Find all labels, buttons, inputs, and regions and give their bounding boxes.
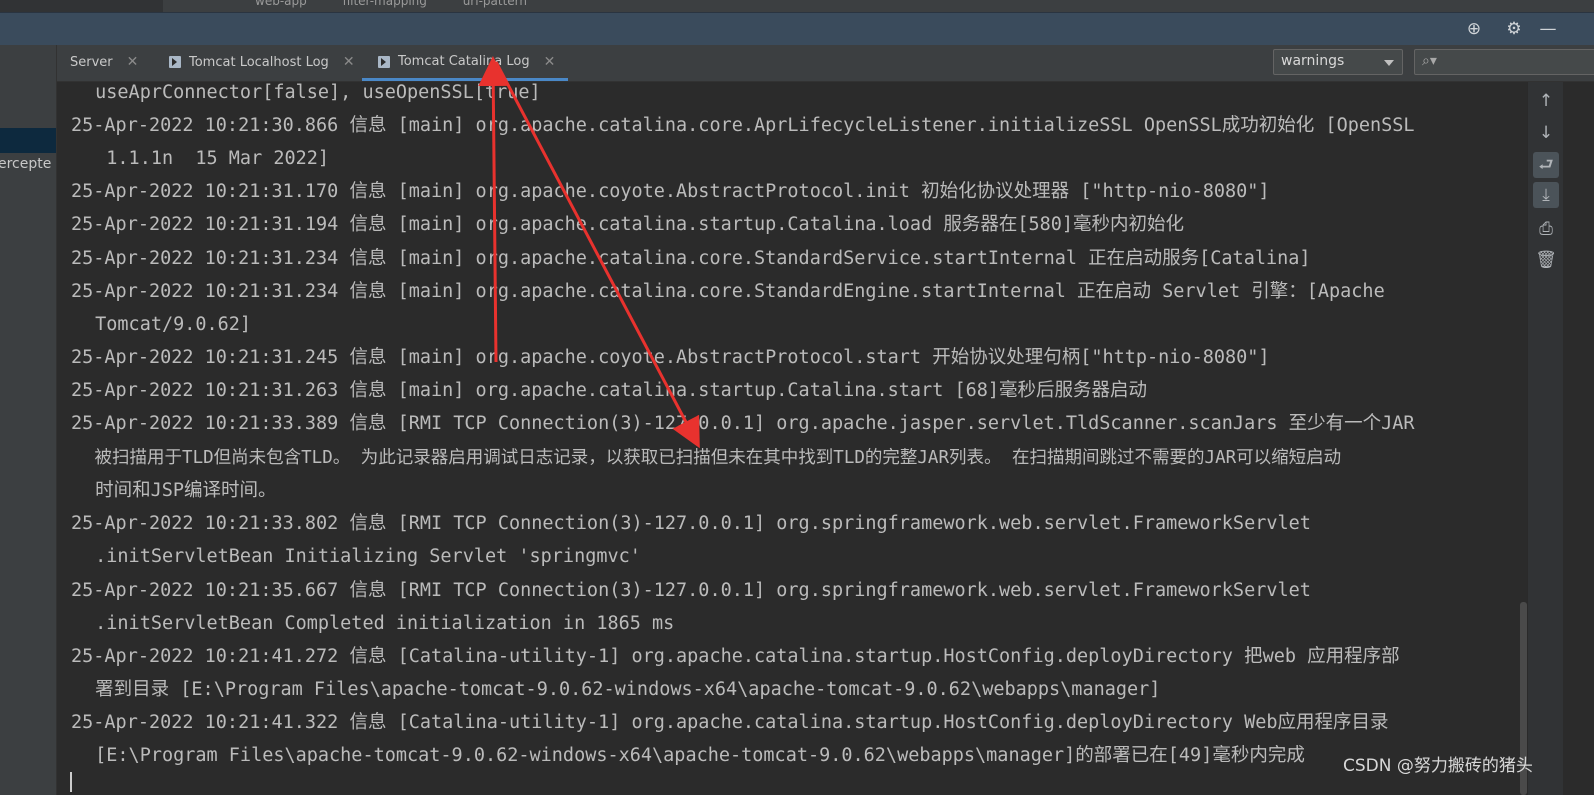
log-line: 25-Apr-2022 10:21:41.272 信息 [Catalina-ut… bbox=[71, 646, 1400, 667]
tab-label: Tomcat Localhost Log bbox=[189, 54, 329, 70]
services-tool-header: ⊕ ⚙ — bbox=[0, 12, 1594, 45]
log-level-value: warnings bbox=[1281, 53, 1345, 69]
tab-tomcat-catalina-log[interactable]: Tomcat Catalina Log ✕ bbox=[362, 45, 569, 81]
arrow-up-icon[interactable]: ↑ bbox=[1533, 88, 1559, 114]
log-line: 被扫描用于TLD但尚未包含TLD。 为此记录器启用调试日志记录，以获取已扫描但未… bbox=[84, 448, 1342, 468]
crosshair-icon[interactable]: ⊕ bbox=[1463, 18, 1485, 40]
project-panel: ercepte bbox=[0, 45, 57, 795]
watermark: CSDN @努力搬砖的猪头 bbox=[1343, 756, 1533, 776]
log-line: 署到目录 [E:\Program Files\apache-tomcat-9.0… bbox=[84, 679, 1161, 700]
log-level-select[interactable]: warnings bbox=[1273, 49, 1403, 75]
log-right-toolbar: ↑ ↓ ⮐ ⤓ ⎙ 🗑 bbox=[1527, 82, 1564, 795]
log-line: [E:\Program Files\apache-tomcat-9.0.62-w… bbox=[84, 745, 1305, 766]
log-line: 时间和JSP编译时间。 bbox=[84, 480, 277, 501]
tab-tomcat-localhost-log[interactable]: Tomcat Localhost Log ✕ bbox=[169, 45, 355, 79]
log-line: 25-Apr-2022 10:21:31.245 信息 [main] org.a… bbox=[71, 347, 1270, 368]
log-line: 25-Apr-2022 10:21:30.866 信息 [main] org.a… bbox=[71, 115, 1415, 136]
log-line: 1.1.1n 15 Mar 2022] bbox=[84, 148, 330, 169]
log-line: 25-Apr-2022 10:21:33.389 信息 [RMI TCP Con… bbox=[71, 413, 1415, 434]
log-line: .initServletBean Initializing Servlet 's… bbox=[84, 546, 641, 567]
close-icon[interactable]: ✕ bbox=[544, 54, 556, 70]
selected-tree-row[interactable] bbox=[0, 128, 56, 153]
close-icon[interactable]: ✕ bbox=[127, 54, 139, 70]
log-line: 25-Apr-2022 10:21:33.802 信息 [RMI TCP Con… bbox=[71, 513, 1311, 534]
text-caret bbox=[70, 772, 72, 792]
minimize-icon[interactable]: — bbox=[1537, 18, 1559, 40]
log-line: 25-Apr-2022 10:21:31.170 信息 [main] org.a… bbox=[71, 181, 1270, 202]
log-output[interactable]: useAprConnector[false], useOpenSSL[true]… bbox=[57, 82, 1527, 795]
log-line: useAprConnector[false], useOpenSSL[true] bbox=[84, 82, 541, 103]
tab-server[interactable]: Server ✕ bbox=[70, 45, 138, 79]
log-line: .initServletBean Completed initializatio… bbox=[84, 613, 675, 634]
search-icon[interactable]: ⌕▾ bbox=[1422, 53, 1437, 69]
tab-label: Server bbox=[70, 54, 113, 70]
gear-icon[interactable]: ⚙ bbox=[1503, 18, 1525, 40]
tree-item-label[interactable]: ercepte bbox=[0, 156, 51, 172]
tab-label: Tomcat Catalina Log bbox=[398, 54, 530, 69]
log-line: 25-Apr-2022 10:21:41.322 信息 [Catalina-ut… bbox=[71, 712, 1389, 733]
log-line: 25-Apr-2022 10:21:35.667 信息 [RMI TCP Con… bbox=[71, 580, 1311, 601]
log-line: Tomcat/9.0.62] bbox=[84, 314, 252, 335]
chevron-down-icon bbox=[1384, 60, 1394, 66]
log-line: 25-Apr-2022 10:21:31.234 信息 [main] org.a… bbox=[71, 281, 1385, 302]
close-icon[interactable]: ✕ bbox=[343, 54, 355, 70]
print-icon[interactable]: ⎙ bbox=[1533, 216, 1559, 242]
vertical-scrollbar[interactable] bbox=[1520, 82, 1594, 795]
log-line: 25-Apr-2022 10:21:31.234 信息 [main] org.a… bbox=[71, 248, 1311, 269]
arrow-down-icon[interactable]: ↓ bbox=[1533, 120, 1559, 146]
search-input[interactable] bbox=[1441, 52, 1594, 74]
editor-strip-left bbox=[0, 0, 163, 12]
scroll-to-end-icon[interactable]: ⤓ bbox=[1533, 182, 1559, 208]
console-icon bbox=[169, 56, 181, 68]
breadcrumb-item[interactable]: filter-mapping bbox=[343, 0, 427, 8]
console-icon bbox=[378, 55, 390, 68]
log-line: 25-Apr-2022 10:21:31.263 信息 [main] org.a… bbox=[71, 380, 1148, 401]
log-search-box[interactable]: ⌕▾ bbox=[1414, 49, 1594, 75]
log-line: 25-Apr-2022 10:21:31.194 信息 [main] org.a… bbox=[71, 214, 1185, 235]
soft-wrap-icon[interactable]: ⮐ bbox=[1533, 152, 1559, 178]
breadcrumb-item[interactable]: web-app bbox=[255, 0, 307, 8]
editor-breadcrumb-strip: web-app filter-mapping url-pattern bbox=[0, 0, 1594, 12]
trash-icon[interactable]: 🗑 bbox=[1533, 247, 1559, 273]
breadcrumb-item[interactable]: url-pattern bbox=[463, 0, 527, 8]
log-tab-bar: Server ✕ Tomcat Localhost Log ✕ Tomcat C… bbox=[57, 45, 1594, 82]
breadcrumb: web-app filter-mapping url-pattern bbox=[255, 0, 559, 8]
